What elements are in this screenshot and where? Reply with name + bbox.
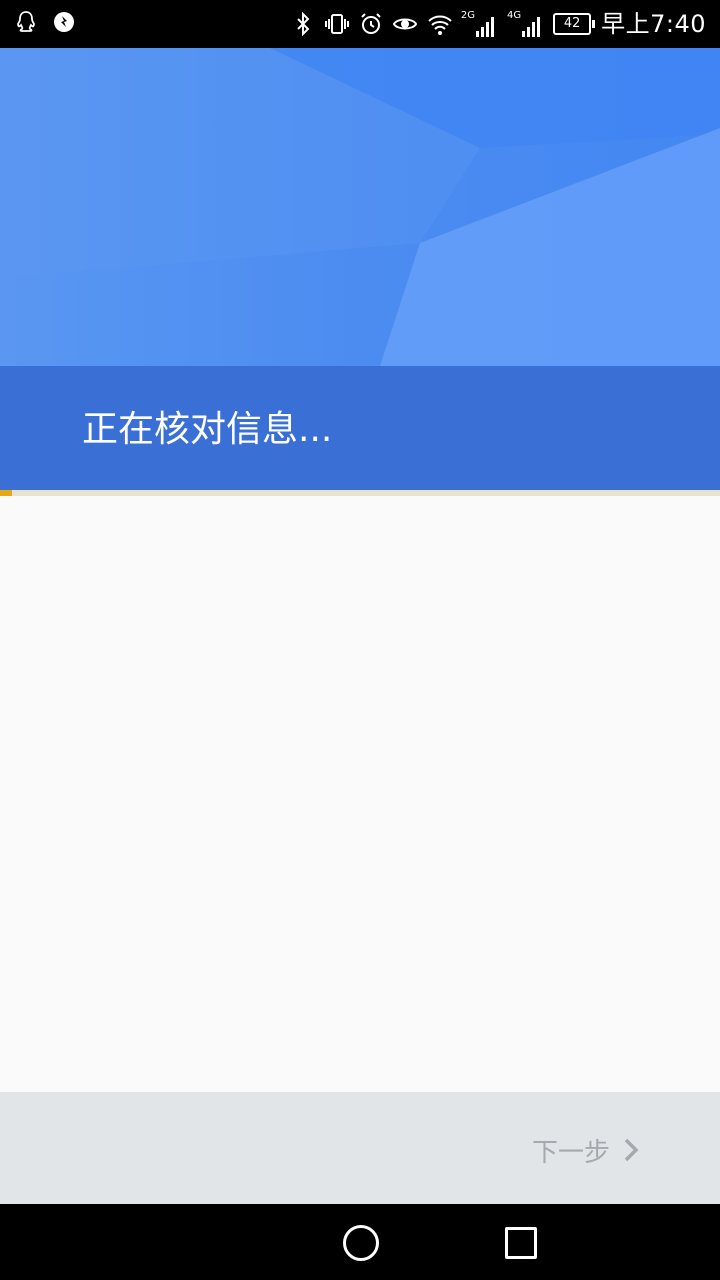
- location-app-icon: [52, 10, 76, 34]
- status-right-icons: 2G 4G 42 早上7:40: [291, 8, 706, 40]
- signal-2g-label: 2G: [460, 10, 475, 21]
- home-button[interactable]: [343, 1225, 379, 1261]
- bluetooth-icon: [291, 11, 315, 37]
- signal-4g-icon: 4G: [507, 10, 543, 38]
- status-left-icons: [14, 10, 76, 34]
- content-area: [0, 496, 720, 1092]
- chevron-right-icon: [622, 1137, 640, 1163]
- battery-icon: 42: [553, 13, 596, 35]
- status-bar: 2G 4G 42 早上7:40: [0, 0, 720, 48]
- next-button-label: 下一步: [531, 1137, 610, 1168]
- alarm-icon: [359, 12, 383, 36]
- vibrate-icon: [324, 12, 349, 36]
- eye-icon: [392, 12, 417, 36]
- recents-button[interactable]: [505, 1227, 537, 1259]
- page-title: 正在核对信息...: [82, 409, 333, 450]
- qq-icon: [14, 10, 38, 34]
- next-button[interactable]: 下一步: [532, 1124, 640, 1176]
- header-banner: [0, 48, 720, 366]
- signal-4g-label: 4G: [506, 10, 522, 21]
- status-time: 早上7:40: [601, 10, 706, 38]
- wifi-icon: [427, 12, 452, 36]
- signal-2g-icon: 2G: [461, 10, 497, 38]
